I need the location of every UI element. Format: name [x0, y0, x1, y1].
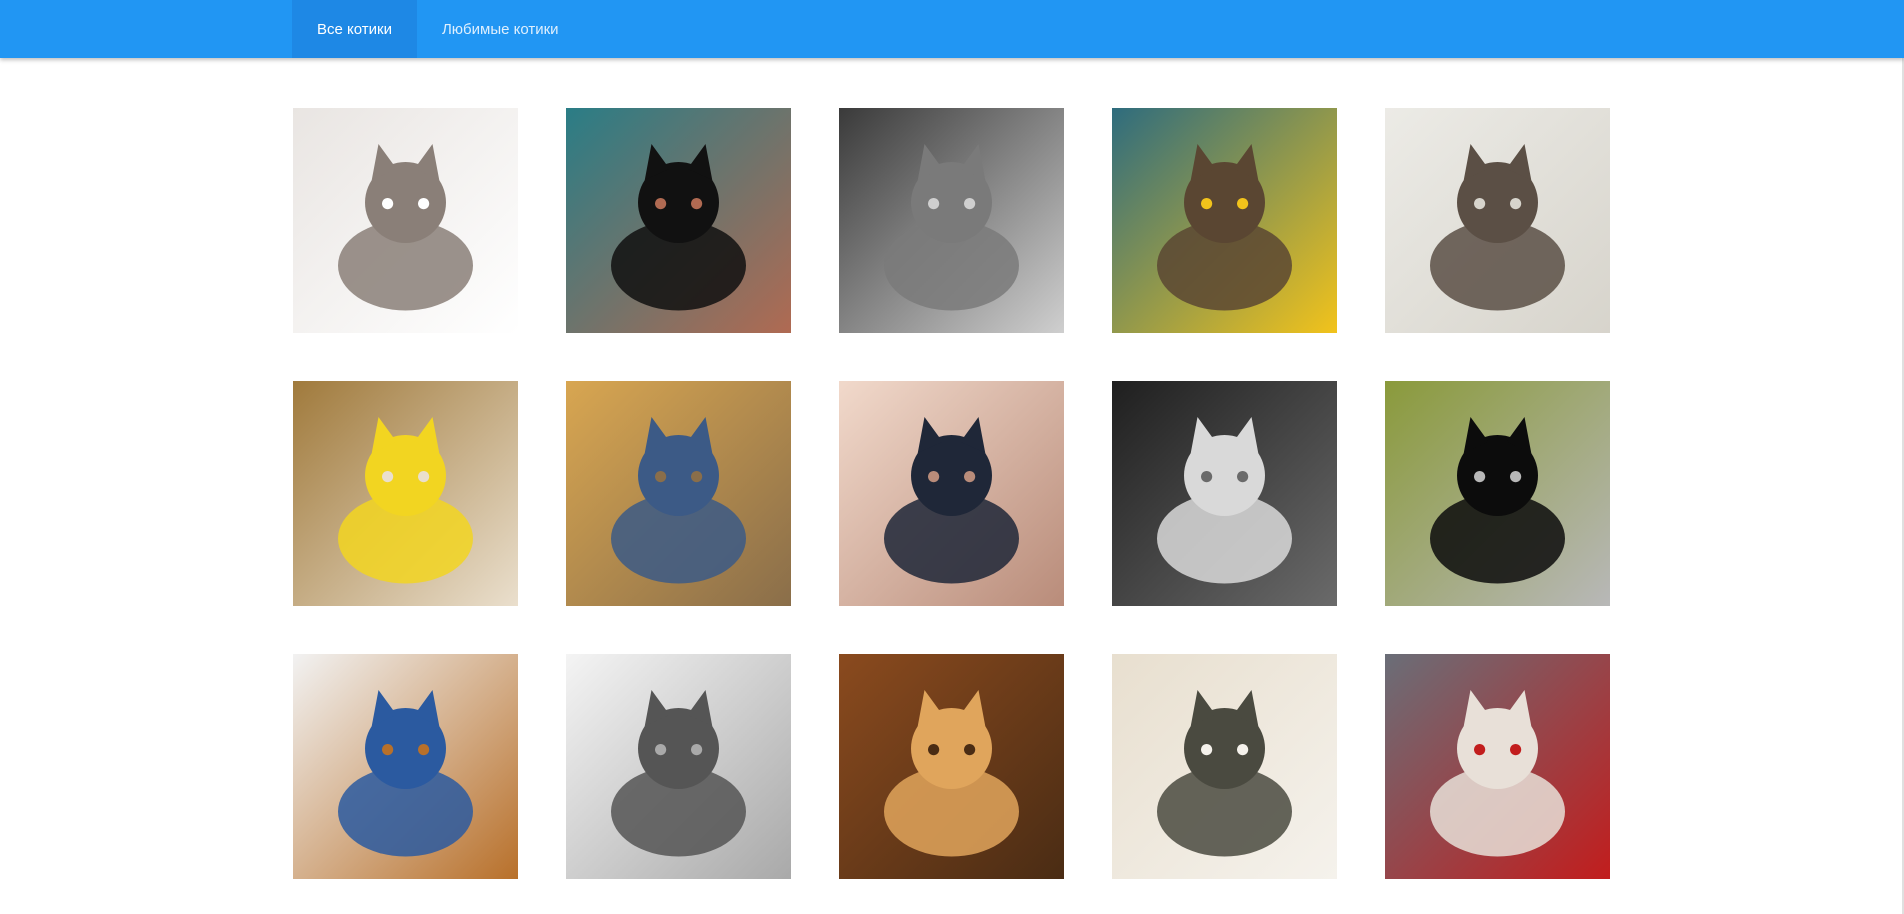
cat-photo [293, 108, 518, 333]
cat-photo-card[interactable] [839, 108, 1064, 333]
cat-photo-card[interactable] [293, 654, 518, 879]
cat-photo-card[interactable] [566, 108, 791, 333]
cat-gallery-grid [293, 108, 1610, 879]
cat-photo [1385, 654, 1610, 879]
cat-photo [839, 381, 1064, 606]
cat-photo-card[interactable] [839, 381, 1064, 606]
cat-photo-card[interactable] [1112, 108, 1337, 333]
cat-photo [566, 654, 791, 879]
cat-photo [1112, 108, 1337, 333]
cat-photo [1112, 381, 1337, 606]
tab-favorite-cats[interactable]: Любимые котики [417, 0, 584, 58]
cat-photo-card[interactable] [566, 654, 791, 879]
cat-photo-card[interactable] [1112, 654, 1337, 879]
cat-photo [839, 108, 1064, 333]
cat-photo [293, 381, 518, 606]
cat-photo-card[interactable] [1112, 381, 1337, 606]
cat-photo [566, 381, 791, 606]
cat-photo-card[interactable] [1385, 381, 1610, 606]
cat-photo-card[interactable] [293, 108, 518, 333]
nav-tabs: Все котики Любимые котики [292, 0, 584, 58]
cat-photo [566, 108, 791, 333]
cat-photo-card[interactable] [1385, 654, 1610, 879]
top-navigation-bar: Все котики Любимые котики [0, 0, 1904, 58]
cat-photo [1112, 654, 1337, 879]
cat-photo [1385, 381, 1610, 606]
cat-photo-card[interactable] [566, 381, 791, 606]
cat-photo [293, 654, 518, 879]
cat-photo [839, 654, 1064, 879]
cat-photo-card[interactable] [1385, 108, 1610, 333]
cat-photo-card[interactable] [839, 654, 1064, 879]
cat-photo [1385, 108, 1610, 333]
tab-all-cats[interactable]: Все котики [292, 0, 417, 58]
cat-photo-card[interactable] [293, 381, 518, 606]
